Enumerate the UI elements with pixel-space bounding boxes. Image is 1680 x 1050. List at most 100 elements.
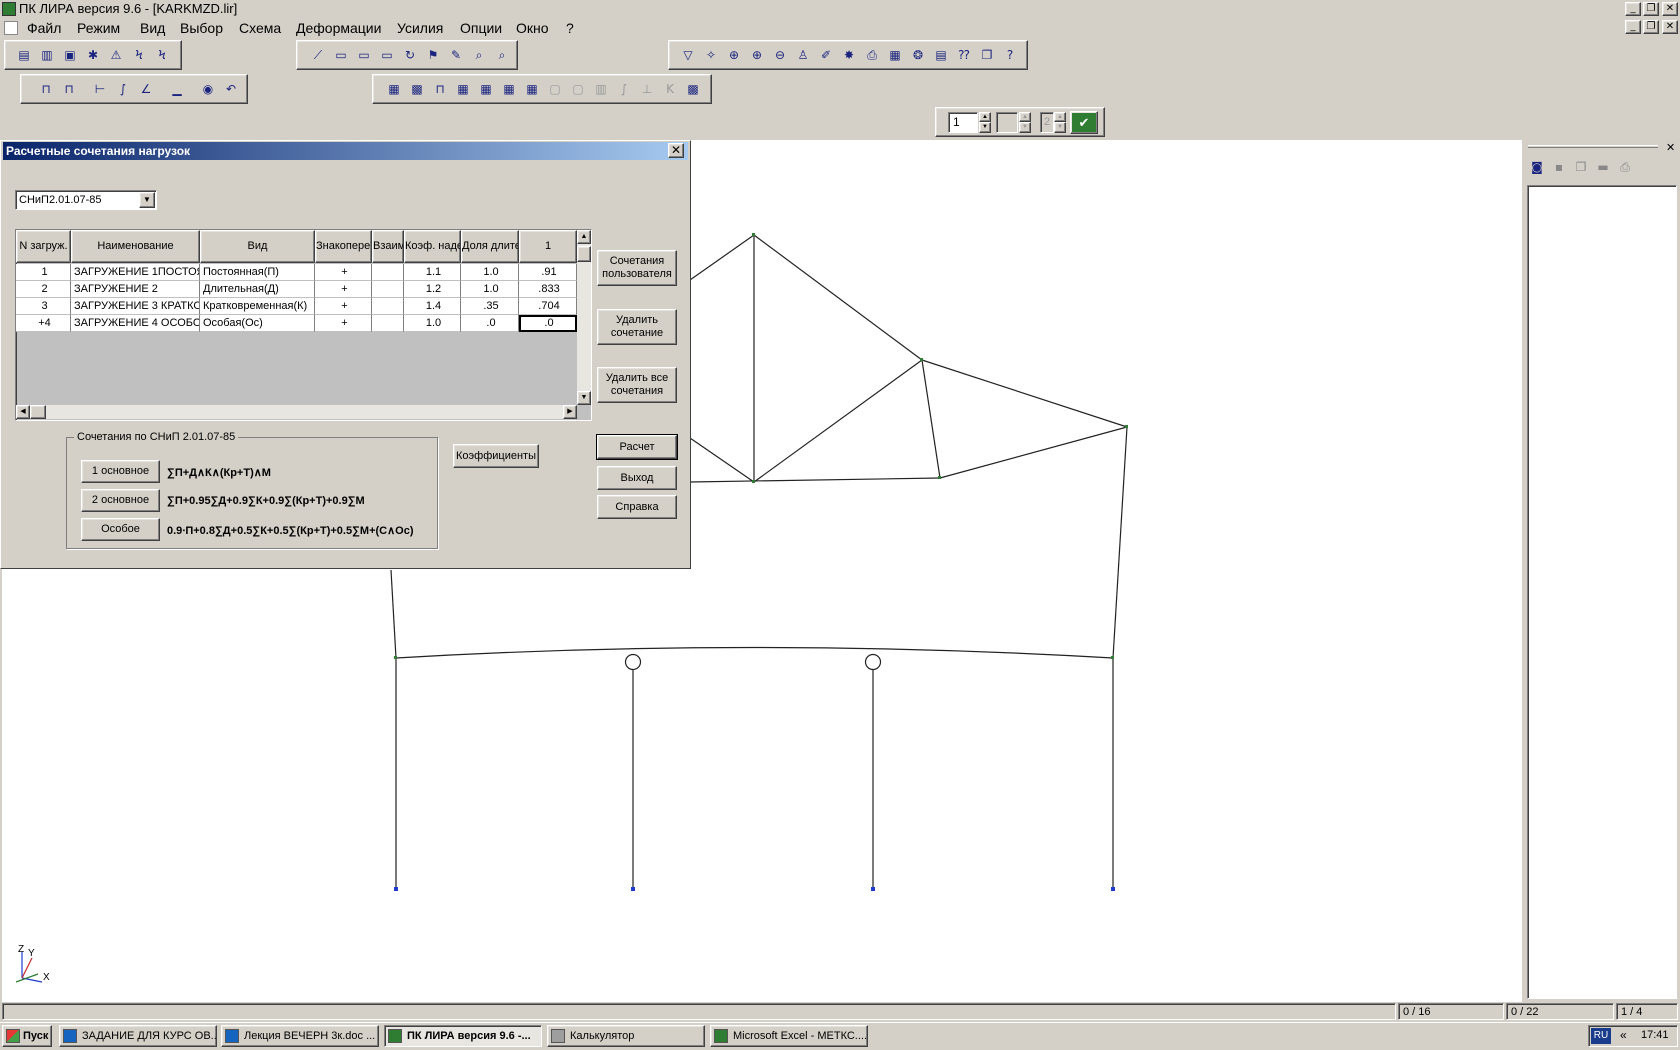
info-node-icon[interactable]: ♙ [794, 46, 812, 64]
frame-icon[interactable]: ⊓ [37, 80, 55, 98]
step2-field[interactable]: 2 [1040, 112, 1054, 133]
menu-scheme[interactable]: Схема [239, 20, 281, 36]
menu-view[interactable]: Вид [140, 20, 165, 36]
table-cell-kind[interactable]: Кратковременная(К) [200, 298, 315, 315]
ruler-icon[interactable]: ▁ [168, 80, 186, 98]
curve2-icon[interactable]: ∫ [615, 80, 633, 98]
panel-save-icon[interactable]: ▪ [1550, 158, 1568, 176]
document-icon[interactable] [4, 21, 18, 35]
save-icon[interactable]: ▣ [61, 46, 79, 64]
task-excel[interactable]: Microsoft Excel - МЕТКС.... [710, 1025, 868, 1047]
panel-image-icon[interactable]: ▬ [1594, 158, 1612, 176]
table-cell-c1[interactable]: .0 [519, 315, 577, 332]
delete-combination-button[interactable]: Удалить сочетание [597, 309, 677, 345]
table-cell-sign[interactable]: + [315, 298, 372, 315]
rotate-icon[interactable]: ↻ [401, 46, 419, 64]
menu-window[interactable]: Окно [516, 20, 549, 36]
basic-1-button[interactable]: 1 основное [81, 460, 160, 483]
projection-icon[interactable]: ⟋ [309, 46, 327, 64]
bars-icon[interactable]: ▥ [592, 80, 610, 98]
zoom-out-icon[interactable]: ⊖ [771, 46, 789, 64]
minimize-icon[interactable]: _ [1625, 2, 1641, 16]
dock-grip[interactable] [1528, 145, 1658, 148]
grid-icon[interactable]: ▦ [385, 80, 403, 98]
support-icon[interactable]: ⊥ [638, 80, 656, 98]
color-grid-icon[interactable]: ▩ [684, 80, 702, 98]
menu-select[interactable]: Выбор [180, 20, 223, 36]
norm-select[interactable]: СНиП2.01.07-85 [15, 190, 157, 210]
col-header-1[interactable]: 1 [519, 230, 577, 263]
pencil-icon[interactable]: ✎ [447, 46, 465, 64]
doc-close-icon[interactable]: ✕ [1662, 20, 1678, 34]
zoom-icon[interactable]: ⌕ [470, 46, 488, 64]
doc-restore-icon[interactable]: ❐ [1643, 20, 1659, 34]
mosaic2-icon[interactable]: ▦ [477, 80, 495, 98]
table-cell-share[interactable]: 1.0 [461, 281, 519, 298]
camera-icon[interactable]: ◙ [1528, 158, 1546, 176]
table-cell-mutual[interactable] [372, 264, 404, 281]
grid2-icon[interactable]: ▩ [408, 80, 426, 98]
stiffness-icon[interactable]: Ϟ [130, 46, 148, 64]
menu-forces[interactable]: Усилия [397, 20, 443, 36]
step-extra-field[interactable] [996, 112, 1018, 133]
table-cell-n[interactable]: 3 [16, 298, 71, 315]
xz-icon[interactable]: ▭ [332, 46, 350, 64]
tray-expand-icon[interactable]: « [1620, 1028, 1627, 1042]
col-header-n[interactable]: N загруж. [16, 230, 71, 263]
col-header-name[interactable]: Наименование [71, 230, 200, 263]
menu-deformations[interactable]: Деформации [296, 20, 381, 36]
ku-icon[interactable]: K [661, 80, 679, 98]
diagram-icon[interactable]: ▢ [546, 80, 564, 98]
menu-mode[interactable]: Режим [77, 20, 120, 36]
vscroll-thumb[interactable] [577, 246, 591, 262]
delete-all-combinations-button[interactable]: Удалить все сочетания [597, 367, 677, 403]
scroll-left-icon[interactable]: ◀ [16, 405, 30, 419]
table-cell-coef[interactable]: 1.4 [404, 298, 461, 315]
menu-options[interactable]: Опции [460, 20, 502, 36]
table-cell-mutual[interactable] [372, 315, 404, 332]
extra-up-icon[interactable]: ▲ [1019, 112, 1031, 122]
table-cell-c1[interactable]: .91 [519, 264, 577, 281]
table-cell-c1[interactable]: .833 [519, 281, 577, 298]
table-cell-sign[interactable]: + [315, 315, 372, 332]
xy-icon[interactable]: ▭ [355, 46, 373, 64]
load-step-input[interactable]: 1 [948, 112, 978, 133]
forces-icon[interactable]: Ϟ [153, 46, 171, 64]
close-icon[interactable]: ✕ [1662, 2, 1678, 16]
table-cell-share[interactable]: .0 [461, 315, 519, 332]
col-header-coef[interactable]: Коэф. надежн. [404, 230, 461, 263]
angle-icon[interactable]: ∠ [137, 80, 155, 98]
whats-this-icon[interactable]: ⁇ [955, 46, 973, 64]
col-header-share[interactable]: Доля длительн. [461, 230, 519, 263]
col-header-mutual[interactable]: Взаимоисключение [372, 230, 404, 263]
portal-icon[interactable]: ⊓ [431, 80, 449, 98]
scroll-right-icon[interactable]: ▶ [563, 405, 577, 419]
restore-icon[interactable]: ❐ [1643, 2, 1659, 16]
table-cell-name[interactable]: ЗАГРУЖЕНИЕ 2 [71, 281, 200, 298]
select-nodes-icon[interactable]: ✧ [702, 46, 720, 64]
table-cell-sign[interactable]: + [315, 264, 372, 281]
table-cell-name[interactable]: ЗАГРУЖЕНИЕ 4 ОСОБОЕ [71, 315, 200, 332]
help-icon[interactable]: ? [1001, 46, 1019, 64]
table-cell-name[interactable]: ЗАГРУЖЕНИЕ 3 КРАТКО [71, 298, 200, 315]
table-cell-share[interactable]: 1.0 [461, 264, 519, 281]
extra-down-icon[interactable]: ▼ [1019, 122, 1031, 133]
help-button[interactable]: Справка [597, 495, 677, 519]
exit-button[interactable]: Выход [597, 466, 677, 490]
beam-icon[interactable]: ⊢ [91, 80, 109, 98]
table-cell-kind[interactable]: Постоянная(П) [200, 264, 315, 281]
panel-print-icon[interactable]: ⎙ [1616, 158, 1634, 176]
mesh-icon[interactable]: ✱ [84, 46, 102, 64]
frame2-icon[interactable]: ⊓ [60, 80, 78, 98]
mosaic-icon[interactable]: ▦ [454, 80, 472, 98]
star-icon[interactable]: ✸ [840, 46, 858, 64]
calc-icon[interactable]: ◉ [199, 80, 217, 98]
undo-icon[interactable]: ↶ [222, 80, 240, 98]
table-cell-name[interactable]: ЗАГРУЖЕНИЕ 1ПОСТОЯ [71, 264, 200, 281]
coefficients-button[interactable]: Коэффициенты [453, 444, 539, 468]
menu-file[interactable]: Файл [27, 20, 61, 36]
user-combinations-button[interactable]: Сочетания пользователя [597, 250, 677, 286]
table-cell-coef[interactable]: 1.2 [404, 281, 461, 298]
curve-icon[interactable]: ∫ [114, 80, 132, 98]
chevron-down-icon[interactable]: ▼ [139, 192, 155, 208]
